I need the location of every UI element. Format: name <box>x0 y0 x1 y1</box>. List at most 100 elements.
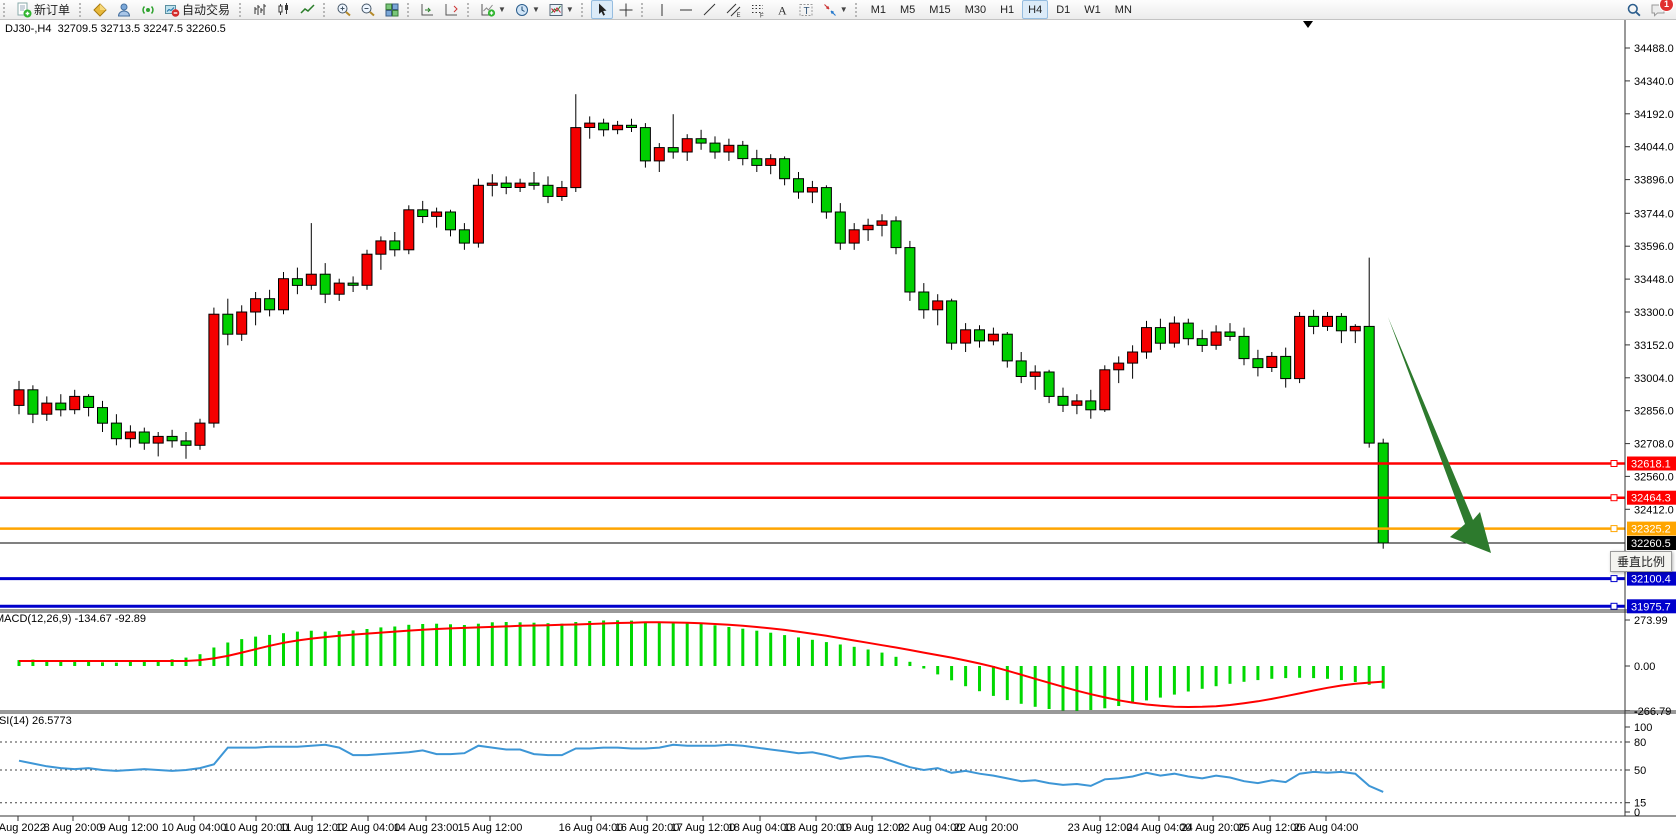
fibonacci-button[interactable]: F <box>747 0 769 19</box>
periods-button[interactable]: ▼ <box>511 0 543 19</box>
crosshair-icon <box>618 2 634 18</box>
text-button[interactable]: A <box>771 0 793 19</box>
svg-text:33744.0: 33744.0 <box>1634 208 1674 220</box>
dropdown-caret-icon[interactable]: ▼ <box>566 5 574 14</box>
candles-icon <box>276 2 292 18</box>
timeframe-w1-button[interactable]: W1 <box>1078 0 1107 19</box>
svg-text:A: A <box>778 3 787 17</box>
line-handle <box>1611 526 1617 532</box>
toolbar-grip <box>3 3 8 17</box>
cursor-button[interactable] <box>591 0 613 19</box>
svg-text:34488.0: 34488.0 <box>1634 43 1674 55</box>
dropdown-caret-icon[interactable]: ▼ <box>840 5 848 14</box>
timeframe-h1-button[interactable]: H1 <box>994 0 1020 19</box>
profile-button[interactable] <box>113 0 135 19</box>
auto-trading-button[interactable]: 自动交易 <box>161 0 235 19</box>
svg-text:23 Aug 12:00: 23 Aug 12:00 <box>1068 822 1133 834</box>
price-axis[interactable]: 34488.034340.034192.034044.033896.033744… <box>1625 19 1676 819</box>
timeframe-m30-button[interactable]: M30 <box>959 0 992 19</box>
timeframe-m1-button[interactable]: M1 <box>865 0 892 19</box>
horizontal-line-button[interactable] <box>675 0 697 19</box>
svg-text:11 Aug 12:00: 11 Aug 12:00 <box>280 822 344 834</box>
dropdown-caret-icon[interactable]: ▼ <box>498 5 506 14</box>
svg-text:9 Aug 12:00: 9 Aug 12:00 <box>100 822 159 834</box>
tile-windows-button[interactable] <box>381 0 403 19</box>
template-icon <box>548 2 564 18</box>
svg-text:80: 80 <box>1634 737 1646 749</box>
pane-separators[interactable] <box>0 610 1676 816</box>
svg-text:F: F <box>760 13 764 18</box>
chart-shift-button[interactable] <box>417 0 439 19</box>
bar-chart-button[interactable] <box>249 0 271 19</box>
svg-text:17 Aug 12:00: 17 Aug 12:00 <box>671 822 736 834</box>
timeframe-h4-button[interactable]: H4 <box>1022 0 1048 19</box>
line-chart-button[interactable] <box>297 0 319 19</box>
trend-arrow-annotation[interactable] <box>1388 317 1491 553</box>
zoom-in-button[interactable] <box>333 0 355 19</box>
vertical-line-button[interactable] <box>651 0 673 19</box>
svg-text:T: T <box>803 6 809 17</box>
svg-text:34044.0: 34044.0 <box>1634 142 1674 154</box>
line-handle <box>1611 576 1617 582</box>
timeframe-label: M1 <box>871 4 886 16</box>
svg-text:33152.0: 33152.0 <box>1634 340 1674 352</box>
svg-text:33004.0: 33004.0 <box>1634 373 1674 385</box>
linechart-icon <box>300 2 316 18</box>
chart-plus-icon <box>480 2 496 18</box>
doc-plus-icon <box>16 2 32 18</box>
auto-trade-icon <box>164 2 180 18</box>
timeframe-m15-button[interactable]: M15 <box>923 0 956 19</box>
gold-diamond-icon <box>92 2 108 18</box>
autoscroll-icon <box>444 2 460 18</box>
svg-text:32412.0: 32412.0 <box>1634 504 1674 516</box>
zoom-out-button[interactable] <box>357 0 379 19</box>
timeframe-label: M15 <box>929 4 950 16</box>
time-axis[interactable]: 5 Aug 20228 Aug 20:009 Aug 12:0010 Aug 0… <box>0 816 1358 834</box>
svg-text:32100.4: 32100.4 <box>1631 574 1671 586</box>
svg-text:273.99: 273.99 <box>1634 615 1668 627</box>
timeframe-m5-button[interactable]: M5 <box>894 0 921 19</box>
shapes-button[interactable]: ▼ <box>819 0 851 19</box>
svg-text:32260.5: 32260.5 <box>1631 538 1671 550</box>
crosshair-button[interactable] <box>615 0 637 19</box>
equidistant-channel-button[interactable]: E <box>723 0 745 19</box>
text-label-button[interactable]: T <box>795 0 817 19</box>
templates-button[interactable]: ▼ <box>545 0 577 19</box>
trendline-icon <box>702 2 718 18</box>
svg-text:32618.1: 32618.1 <box>1631 459 1671 471</box>
search-button[interactable] <box>1623 0 1645 19</box>
dropdown-caret-icon[interactable]: ▼ <box>532 5 540 14</box>
trendline-button[interactable] <box>699 0 721 19</box>
svg-text:26 Aug 04:00: 26 Aug 04:00 <box>1294 822 1359 834</box>
svg-text:100: 100 <box>1634 722 1652 734</box>
textT-icon: T <box>798 2 814 18</box>
candlestick-chart-button[interactable] <box>273 0 295 19</box>
hline-icon <box>678 2 694 18</box>
cursor-icon <box>594 2 610 18</box>
chart-canvas[interactable]: 34488.034340.034192.034044.033896.033744… <box>0 0 1676 837</box>
notification-badge: 1 <box>1659 0 1674 12</box>
fibo-icon: F <box>750 2 766 18</box>
timeframe-mn-button[interactable]: MN <box>1109 0 1138 19</box>
timeframe-label: MN <box>1115 4 1132 16</box>
notifications-button[interactable]: 1 <box>1647 0 1669 19</box>
toolbar: 新订单 自动交易 ▼ ▼ ▼ E F A T ▼ M1 M5 M15 M30H1H4D1W1 MN 1 <box>0 0 1676 20</box>
rsi-pane <box>19 745 1383 792</box>
svg-text:31975.7: 31975.7 <box>1631 601 1671 613</box>
rsi-indicator-label: RSI(14) 26.5773 <box>0 715 72 727</box>
auto-scroll-button[interactable] <box>441 0 463 19</box>
svg-text:32560.0: 32560.0 <box>1634 471 1674 483</box>
indicators-button[interactable]: ▼ <box>477 0 509 19</box>
signals-button[interactable] <box>137 0 159 19</box>
timeframe-label: M5 <box>900 4 915 16</box>
svg-text:19 Aug 12:00: 19 Aug 12:00 <box>840 822 905 834</box>
timeframe-d1-button[interactable]: D1 <box>1050 0 1076 19</box>
svg-text:33300.0: 33300.0 <box>1634 307 1674 319</box>
svg-text:33448.0: 33448.0 <box>1634 274 1674 286</box>
new-order-button[interactable]: 新订单 <box>13 0 75 19</box>
svg-text:10 Aug 04:00: 10 Aug 04:00 <box>162 822 227 834</box>
symbol-ohlc-header: DJ30-,H4 32709.5 32713.5 32247.5 32260.5 <box>5 23 226 35</box>
community-button[interactable] <box>89 0 111 19</box>
chart-end-marker[interactable] <box>1303 21 1313 28</box>
svg-text:34192.0: 34192.0 <box>1634 109 1674 121</box>
